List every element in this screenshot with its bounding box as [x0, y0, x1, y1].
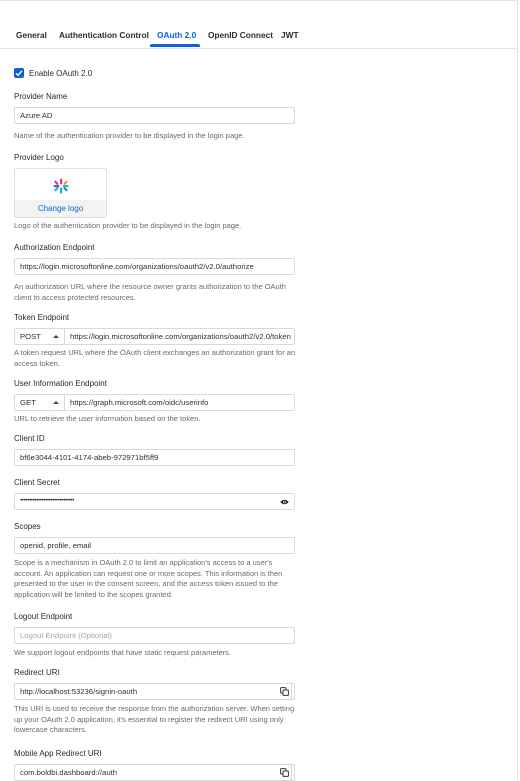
- logout-endpoint-label: Logout Endpoint: [14, 612, 73, 621]
- user-info-endpoint-input[interactable]: https://graph.microsoft.com/oidc/userinf…: [64, 394, 295, 411]
- show-password-eye-icon[interactable]: [277, 495, 291, 508]
- tab-bar: General Authentication Control OAuth 2.0…: [0, 0, 518, 49]
- scopes-help: Scope is a mechanism in OAuth 2.0 to lim…: [14, 558, 283, 599]
- token-endpoint-input[interactable]: https://login.microsoftonline.com/organi…: [64, 328, 295, 345]
- copy-redirect-uri-icon[interactable]: [277, 685, 291, 698]
- copy-separator: [291, 684, 292, 699]
- authorization-endpoint-help: An authorization URL where the resource …: [14, 282, 286, 302]
- tab-openid-connect[interactable]: OpenID Connect: [208, 30, 273, 40]
- provider-logo-label: Provider Logo: [14, 153, 64, 162]
- token-endpoint-label: Token Endpoint: [14, 313, 70, 322]
- checkmark-icon: [15, 70, 23, 77]
- tab-oauth2[interactable]: OAuth 2.0: [157, 30, 196, 40]
- tab-general[interactable]: General: [16, 30, 47, 40]
- tab-authentication-control[interactable]: Authentication Control: [59, 30, 149, 40]
- provider-logo-icon: [53, 178, 69, 194]
- token-endpoint-help: A token request URL where the OAuth clie…: [14, 348, 296, 368]
- caret-up-icon: [53, 401, 59, 404]
- redirect-uri-field: http://localhost:53236/signin-oauth: [14, 683, 295, 700]
- client-secret-input[interactable]: ••••••••••••••••••••••••••••••: [14, 493, 295, 510]
- token-method-value: POST: [20, 332, 41, 341]
- client-id-input[interactable]: bf6e3044-4101-4174-abeb-972971bf5ff9: [14, 449, 295, 466]
- user-info-method-dropdown[interactable]: GET: [14, 394, 64, 411]
- change-logo-link[interactable]: Change logo: [15, 204, 106, 213]
- logout-endpoint-help: We support logout endpoints that have st…: [14, 648, 232, 657]
- tab-jwt[interactable]: JWT: [281, 30, 299, 40]
- enable-oauth-label: Enable OAuth 2.0: [29, 69, 93, 78]
- token-method-dropdown[interactable]: POST: [14, 328, 64, 345]
- authorization-endpoint-label: Authorization Endpoint: [14, 243, 95, 252]
- redirect-uri-label: Redirect URI: [14, 668, 60, 677]
- user-info-method-value: GET: [20, 398, 36, 407]
- provider-logo-help: Logo of the authentication provider to b…: [14, 221, 242, 230]
- active-tab-indicator: [150, 44, 200, 47]
- client-id-label: Client ID: [14, 434, 45, 443]
- user-info-endpoint-help: URL to retrieve the user information bas…: [14, 414, 201, 423]
- mobile-redirect-uri-label: Mobile App Redirect URI: [14, 749, 102, 758]
- provider-name-input[interactable]: Azure AD: [14, 107, 295, 124]
- client-secret-masked-value: ••••••••••••••••••••••••••••••: [20, 498, 75, 504]
- copy-mobile-redirect-uri-icon[interactable]: [277, 766, 291, 779]
- enable-oauth-checkbox[interactable]: [14, 68, 24, 78]
- logout-endpoint-input[interactable]: Logout Endpoint (Optional): [14, 627, 295, 644]
- redirect-uri-value[interactable]: http://localhost:53236/signin-oauth: [20, 687, 137, 696]
- redirect-uri-help: This URI is used to receive the response…: [14, 704, 295, 734]
- scopes-input[interactable]: openid, profile, email: [14, 537, 295, 554]
- provider-name-help: Name of the authentication provider to b…: [14, 131, 245, 140]
- mobile-redirect-uri-field: com.boldbi.dashboard://auth: [14, 764, 295, 781]
- mobile-redirect-uri-value[interactable]: com.boldbi.dashboard://auth: [20, 768, 117, 777]
- provider-name-label: Provider Name: [14, 92, 68, 101]
- copy-separator: [291, 765, 292, 780]
- user-info-endpoint-label: User Information Endpoint: [14, 379, 107, 388]
- client-secret-label: Client Secret: [14, 478, 60, 487]
- scopes-label: Scopes: [14, 522, 41, 531]
- caret-up-icon: [53, 335, 59, 338]
- provider-logo-box: Change logo: [14, 168, 107, 218]
- authorization-endpoint-input[interactable]: https://login.microsoftonline.com/organi…: [14, 258, 295, 275]
